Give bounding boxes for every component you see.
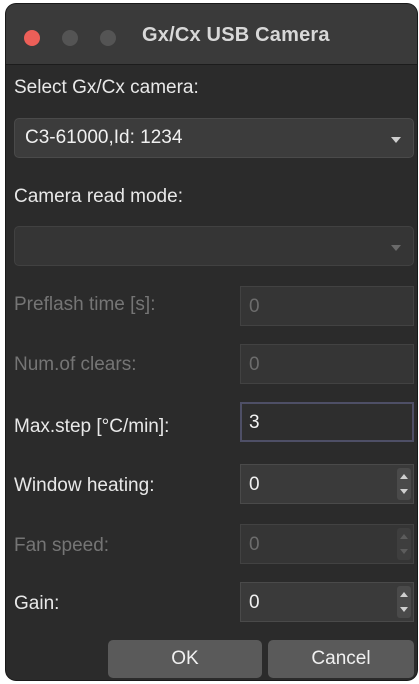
ok-button[interactable]: OK [108,640,262,678]
gain-value: 0 [249,592,260,613]
step-down-icon [400,549,408,554]
clears-value: 0 [249,354,260,375]
window-heating-spinbox[interactable]: 0 [240,464,414,504]
max-step-label: Max.step [°C/min]: [14,416,170,437]
step-up-icon[interactable] [400,474,408,479]
fan-speed-value: 0 [249,534,260,555]
max-step-value: 3 [249,412,260,433]
clears-label: Num.of clears: [14,354,137,375]
gain-spinbox[interactable]: 0 [240,582,414,622]
zoom-window-button[interactable] [100,30,116,46]
fan-speed-spinbox: 0 [240,524,414,564]
chevron-down-icon [391,245,401,251]
clears-field: 0 [240,344,414,384]
camera-select-label: Select Gx/Cx camera: [14,77,199,98]
fan-speed-label: Fan speed: [14,535,110,556]
close-window-button[interactable] [24,30,40,46]
gain-label: Gain: [14,593,60,614]
camera-select-value: C3-61000,Id: 1234 [25,127,183,148]
read-mode-label: Camera read mode: [14,186,183,207]
gain-stepper[interactable] [397,586,411,618]
preflash-value: 0 [249,296,260,317]
step-down-icon[interactable] [400,607,408,612]
camera-select[interactable]: C3-61000,Id: 1234 [14,118,414,158]
window-heating-label: Window heating: [14,475,155,496]
read-mode-select [14,226,414,266]
preflash-label: Preflash time [s]: [14,294,156,315]
window-heating-stepper[interactable] [397,468,411,500]
window-heating-value: 0 [249,474,260,495]
max-step-field[interactable]: 3 [240,402,414,442]
cancel-button[interactable]: Cancel [268,640,414,678]
chevron-down-icon [391,137,401,143]
window-title: Gx/Cx USB Camera [142,24,330,46]
camera-dialog: Gx/Cx USB Camera Select Gx/Cx camera: C3… [6,4,417,680]
preflash-field: 0 [240,286,414,326]
step-up-icon[interactable] [400,592,408,597]
fan-speed-stepper [397,528,411,560]
minimize-window-button[interactable] [62,30,78,46]
title-bar: Gx/Cx USB Camera [6,4,417,65]
step-up-icon [400,534,408,539]
step-down-icon[interactable] [400,489,408,494]
